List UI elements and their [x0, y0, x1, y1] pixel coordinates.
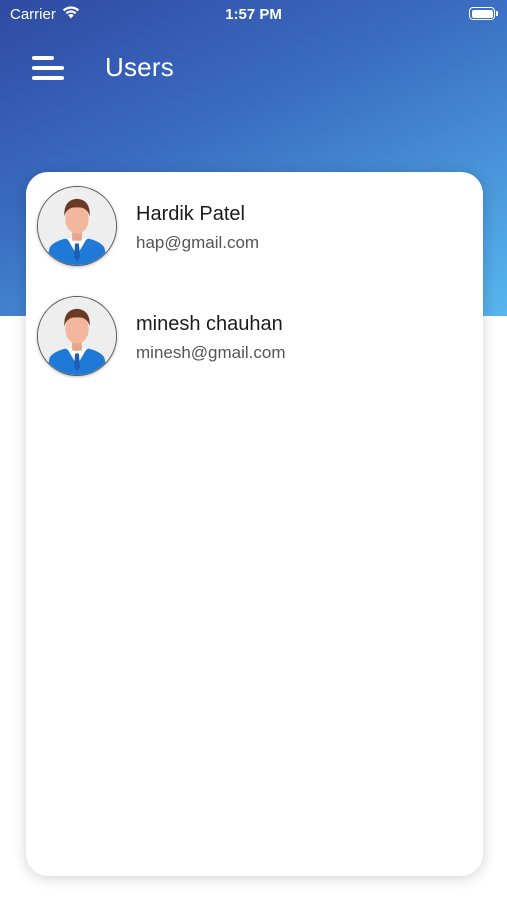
status-bar: Carrier 1:57 PM — [0, 0, 507, 28]
navigation-bar: Users — [0, 40, 507, 96]
battery-level — [471, 9, 493, 18]
user-avatar-icon — [37, 186, 117, 266]
user-email: minesh@gmail.com — [136, 343, 286, 362]
user-name: Hardik Patel — [136, 203, 245, 225]
status-time: 1:57 PM — [225, 6, 282, 23]
users-list-card: Hardik Patel hap@gmail.com minesh chauha… — [26, 172, 483, 876]
user-list-item[interactable]: Hardik Patel hap@gmail.com — [26, 172, 483, 272]
user-name: minesh chauhan — [136, 313, 283, 335]
user-email: hap@gmail.com — [136, 233, 260, 252]
user-list-item[interactable]: minesh chauhan minesh@gmail.com — [26, 282, 483, 382]
battery-icon — [469, 7, 498, 20]
hamburger-menu-icon[interactable] — [32, 56, 66, 82]
page-title: Users — [105, 52, 174, 82]
user-avatar-icon — [37, 296, 117, 376]
